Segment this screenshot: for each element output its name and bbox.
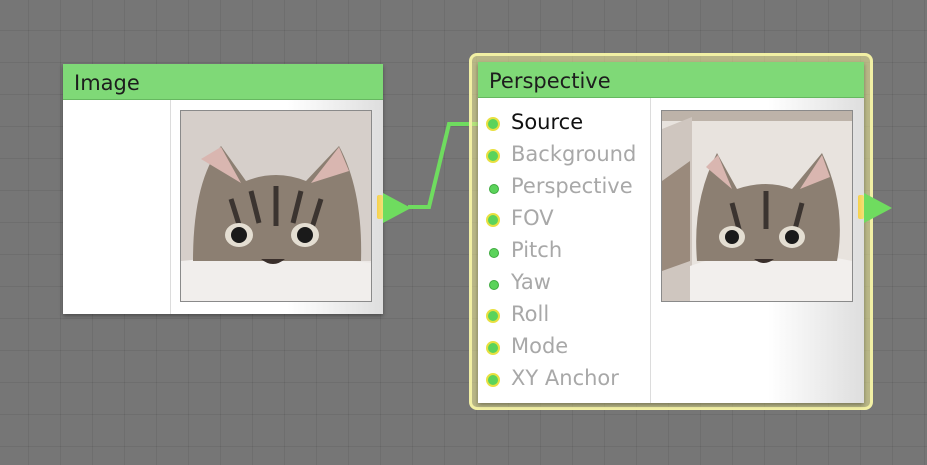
- arrow-right-icon[interactable]: [864, 193, 892, 223]
- perspective-node-title[interactable]: Perspective: [478, 62, 864, 98]
- input-port-label: Roll: [511, 302, 550, 326]
- input-port-row[interactable]: Perspective: [478, 172, 648, 204]
- perspective-node[interactable]: Perspective Source Background Perspective F…: [478, 62, 864, 403]
- input-port-row[interactable]: Source: [478, 108, 648, 140]
- input-port-label: FOV: [511, 206, 554, 230]
- input-port-row[interactable]: Mode: [478, 332, 648, 364]
- image-node-title[interactable]: Image: [63, 64, 383, 100]
- image-node[interactable]: Image: [63, 64, 383, 314]
- port-dot-icon[interactable]: [489, 280, 499, 290]
- input-port-label: Mode: [511, 334, 569, 358]
- port-dot-icon[interactable]: [489, 184, 499, 194]
- port-dot-icon[interactable]: [486, 309, 500, 323]
- input-port-row[interactable]: Pitch: [478, 236, 648, 268]
- input-port-label: Pitch: [511, 238, 563, 262]
- input-port-label: Perspective: [511, 174, 633, 198]
- input-port-row[interactable]: Background: [478, 140, 648, 172]
- input-port-row[interactable]: Roll: [478, 300, 648, 332]
- input-port-row[interactable]: Yaw: [478, 268, 648, 300]
- input-port-label: Background: [511, 142, 637, 166]
- port-dot-icon[interactable]: [486, 373, 500, 387]
- port-dot-icon[interactable]: [486, 213, 500, 227]
- arrow-right-icon[interactable]: [383, 193, 411, 223]
- port-dot-icon[interactable]: [489, 248, 499, 258]
- input-port-row[interactable]: FOV: [478, 204, 648, 236]
- input-port-row[interactable]: XY Anchor: [478, 364, 648, 396]
- input-port-label: XY Anchor: [511, 366, 619, 390]
- port-dot-icon[interactable]: [486, 341, 500, 355]
- port-dot-icon[interactable]: [486, 117, 500, 131]
- port-dot-icon[interactable]: [486, 149, 500, 163]
- input-port-label: Yaw: [511, 270, 551, 294]
- perspective-thumbnail: [661, 110, 853, 302]
- input-port-label: Source: [511, 110, 584, 134]
- image-thumbnail: [180, 110, 372, 302]
